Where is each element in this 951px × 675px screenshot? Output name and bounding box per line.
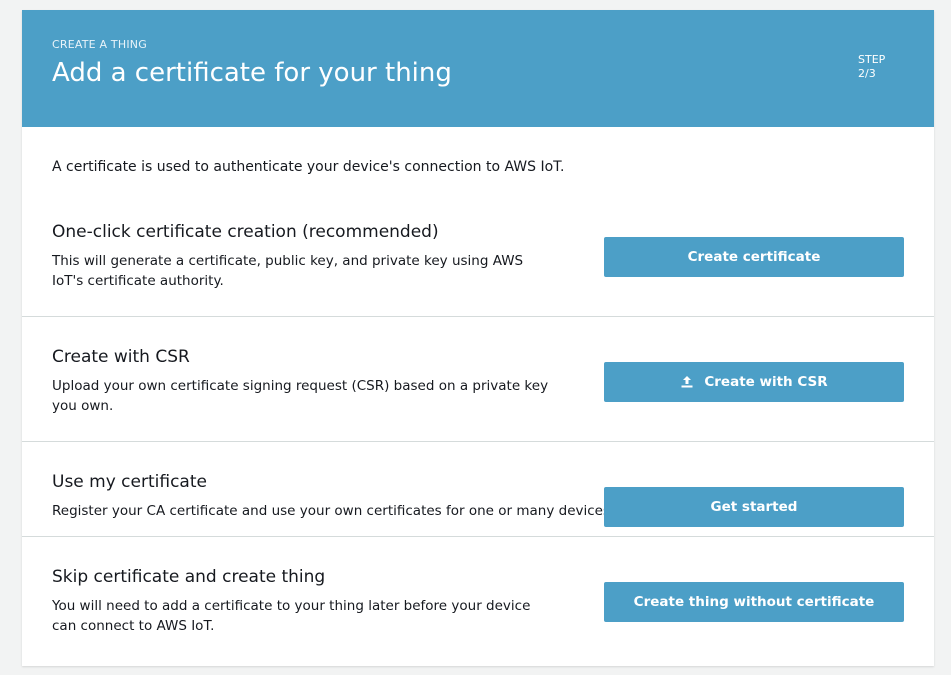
get-started-button[interactable]: Get started bbox=[604, 487, 904, 527]
step-indicator: STEP 2/3 bbox=[858, 53, 885, 81]
create-certificate-button[interactable]: Create certificate bbox=[604, 237, 904, 277]
button-label: Create thing without certificate bbox=[633, 594, 875, 610]
page-title: Add a certificate for your thing bbox=[52, 58, 452, 88]
section-title: Create with CSR bbox=[52, 347, 190, 367]
section-create-with-csr: Create with CSR Upload your own certific… bbox=[22, 317, 934, 442]
create-thing-card: CREATE A THING Add a certificate for you… bbox=[22, 10, 934, 666]
header-kicker: CREATE A THING bbox=[52, 38, 147, 51]
upload-icon bbox=[680, 375, 694, 389]
section-title: Use my certificate bbox=[52, 472, 207, 492]
create-thing-without-certificate-button[interactable]: Create thing without certificate bbox=[604, 582, 904, 622]
section-description: You will need to add a certificate to yo… bbox=[52, 598, 531, 634]
page-header: CREATE A THING Add a certificate for you… bbox=[22, 10, 934, 127]
section-title: Skip certificate and create thing bbox=[52, 567, 326, 587]
button-label: Create with CSR bbox=[704, 374, 828, 390]
section-description: Upload your own certificate signing requ… bbox=[52, 378, 549, 414]
create-with-csr-button[interactable]: Create with CSR bbox=[604, 362, 904, 402]
section-description: Register your CA certificate and use you… bbox=[52, 503, 615, 519]
section-one-click: One-click certificate creation (recommen… bbox=[22, 197, 934, 317]
intro-text: A certificate is used to authenticate yo… bbox=[52, 159, 565, 175]
button-label: Get started bbox=[710, 499, 798, 515]
step-label: STEP bbox=[858, 53, 886, 66]
section-use-my-certificate: Use my certificate Register your CA cert… bbox=[22, 442, 934, 537]
button-label: Create certificate bbox=[687, 249, 821, 265]
section-description: This will generate a certificate, public… bbox=[52, 253, 524, 289]
section-skip-certificate: Skip certificate and create thing You wi… bbox=[22, 537, 934, 666]
section-title: One-click certificate creation (recommen… bbox=[52, 222, 439, 242]
step-value: 2/3 bbox=[858, 67, 876, 80]
